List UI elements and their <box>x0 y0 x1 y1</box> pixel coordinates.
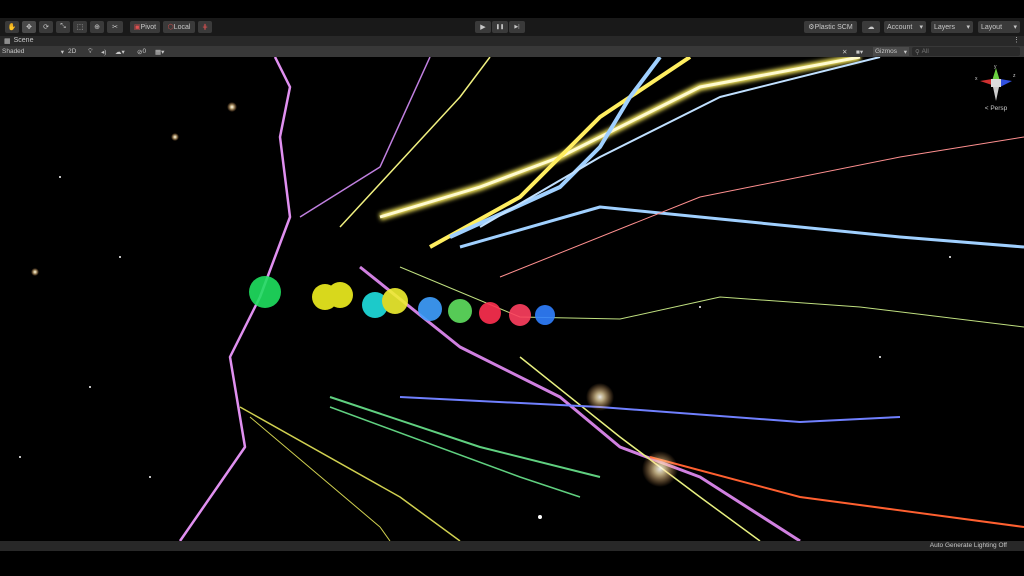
pause-button[interactable]: ❚❚ <box>492 21 508 33</box>
chevron-down-icon: ▾ <box>1013 24 1017 31</box>
axis-z-label: z <box>1013 73 1016 79</box>
audio-toggle[interactable]: ◂) <box>101 47 106 56</box>
play-button[interactable]: ▶ <box>475 21 491 33</box>
gizmos-dropdown[interactable]: Gizmos ▾ <box>873 47 909 56</box>
cloud-button[interactable]: ☁ <box>862 21 880 33</box>
main-toolbar: ✋ ✥ ⟳ ⤡ ⬚ ⊕ ✂ ▣ Pivot ⬡ Local ⋕ ▶ ❚❚ ▶| ⚙ P… <box>0 18 1024 36</box>
local-button[interactable]: ⬡ Local <box>163 21 195 33</box>
rotate-tool-button[interactable]: ⟳ <box>39 21 53 33</box>
grid-dropdown[interactable]: ▦▾ <box>155 47 164 56</box>
cloud-icon: ☁ <box>867 24 875 31</box>
scene-viewport[interactable]: y x z < Persp <box>0 57 1024 541</box>
tab-scene[interactable]: ▦ Scene <box>4 37 33 45</box>
axis-gizmo-icon: y x z <box>975 64 1016 101</box>
camera-dropdown[interactable]: ■▾ <box>856 47 863 56</box>
shading-mode-dropdown[interactable]: Shaded ▾ <box>2 47 64 56</box>
custom-tool-icon: ✂ <box>112 24 118 31</box>
play-icon: ▶ <box>480 24 486 31</box>
chevron-down-icon: ▾ <box>903 48 907 56</box>
2d-toggle[interactable]: 2D <box>68 47 76 56</box>
hand-tool-icon: ✋ <box>7 24 17 31</box>
lighting-toggle[interactable]: 💡︎ <box>88 47 93 56</box>
rect-tool-button[interactable]: ⬚ <box>73 21 87 33</box>
status-bar: Auto Generate Lighting Off <box>0 541 1024 551</box>
scene-render <box>19 57 1024 541</box>
pause-icon: ❚❚ <box>495 24 505 30</box>
custom-tool-button[interactable]: ✂ <box>107 21 123 33</box>
audio-icon: ◂) <box>101 48 107 56</box>
projection-label[interactable]: < Persp <box>974 105 1018 112</box>
pivot-icon: ▣ <box>133 24 141 31</box>
step-button[interactable]: ▶| <box>509 21 525 33</box>
scale-tool-icon: ⤡ <box>60 23 66 30</box>
move-tool-button[interactable]: ✥ <box>22 21 36 33</box>
hierarchy-search-input[interactable]: ⚲ All <box>912 47 1020 56</box>
lighting-status[interactable]: Auto Generate Lighting Off <box>930 542 1007 549</box>
tools-icon: ✕ <box>842 48 848 56</box>
scene-toolbar: Shaded ▾ 2D 💡︎ ◂) ☁▾ ⊘ 0 ▦▾ ✕ ■▾ Gizmos ▾ ⚲… <box>0 46 1024 57</box>
effects-dropdown[interactable]: ☁▾ <box>115 47 125 56</box>
transform-tool-icon: ⊕ <box>94 24 100 31</box>
snap-button[interactable]: ⋕ <box>198 21 212 33</box>
plastic-scm-button[interactable]: ⚙ Plastic SCM <box>804 21 857 33</box>
step-icon: ▶| <box>514 24 520 30</box>
more-options-icon[interactable]: ⋮ <box>1013 36 1020 44</box>
axis-y-label: y <box>994 64 997 70</box>
light-bulb-icon: 💡︎ <box>88 47 93 55</box>
transform-tool-button[interactable]: ⊕ <box>90 21 104 33</box>
axis-x-label: x <box>975 76 978 82</box>
scene-tab-bar: ▦ Scene ⋮ <box>0 36 1024 46</box>
chevron-down-icon: ▾ <box>919 24 923 31</box>
orientation-gizmo[interactable]: y x z < Persp <box>974 63 1018 119</box>
hidden-objects-toggle[interactable]: ⊘ 0 <box>137 47 146 56</box>
scene-icon: ▦ <box>4 38 11 45</box>
tools-button[interactable]: ✕ <box>842 47 847 56</box>
grid-snap-icon: ⋕ <box>202 24 208 31</box>
search-icon: ⚲ <box>915 48 922 56</box>
light-trails <box>178 57 1024 541</box>
rotate-tool-icon: ⟳ <box>43 24 49 31</box>
scale-tool-button[interactable]: ⤡ <box>56 21 70 33</box>
pivot-button[interactable]: ▣ Pivot <box>130 21 160 33</box>
layers-dropdown[interactable]: Layers ▾ <box>931 21 973 33</box>
move-tool-icon: ✥ <box>26 24 32 31</box>
hand-tool-button[interactable]: ✋ <box>5 21 19 33</box>
chevron-down-icon: ▾ <box>60 48 64 56</box>
particle-rings <box>249 276 678 487</box>
rect-tool-icon: ⬚ <box>76 24 84 31</box>
grid-icon: ▦▾ <box>155 48 165 56</box>
camera-icon: ■▾ <box>856 48 864 56</box>
chevron-down-icon: ▾ <box>966 24 970 31</box>
account-dropdown[interactable]: Account ▾ <box>884 21 926 33</box>
effects-icon: ☁▾ <box>115 48 125 56</box>
layout-dropdown[interactable]: Layout ▾ <box>978 21 1020 33</box>
